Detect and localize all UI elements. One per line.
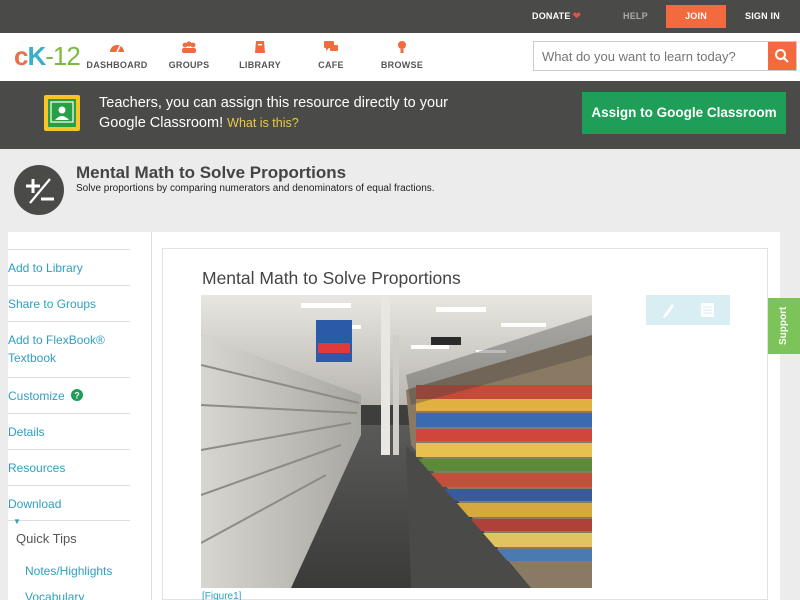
sidebar-share-to-groups[interactable]: Share to Groups xyxy=(8,285,130,321)
nav-cafe[interactable]: CAFE xyxy=(296,40,366,70)
caret-down-icon: ▼ xyxy=(13,517,21,526)
groups-icon xyxy=(182,41,196,53)
support-tab[interactable]: Support xyxy=(768,298,800,354)
quick-tips-heading: Quick Tips xyxy=(16,531,77,546)
content-title: Mental Math to Solve Proportions xyxy=(202,268,461,288)
nav-groups[interactable]: GROUPS xyxy=(154,40,224,70)
plus-minus-icon xyxy=(14,165,64,215)
svg-text:?: ? xyxy=(74,390,80,400)
sidebar-details[interactable]: Details xyxy=(8,413,130,449)
sidebar-customize[interactable]: Customize ? xyxy=(8,377,130,413)
banner-message: Teachers, you can assign this resource d… xyxy=(99,95,448,131)
help-circle-icon[interactable]: ? xyxy=(71,389,84,401)
sign-in-link[interactable]: SIGN IN xyxy=(745,0,780,33)
search-button[interactable] xyxy=(768,42,796,70)
dashboard-icon xyxy=(110,45,124,53)
search-input[interactable] xyxy=(534,42,769,70)
main-nav: cK-12 DASHBOARD GROUPS LIBRARY CAFE BROW… xyxy=(0,33,800,81)
join-button[interactable]: JOIN xyxy=(666,5,726,28)
sidebar-add-to-flexbook[interactable]: Add to FlexBook® Textbook xyxy=(8,321,130,377)
google-classroom-icon xyxy=(44,95,80,131)
sidebar-resources[interactable]: Resources xyxy=(8,449,130,485)
resource-header: Mental Math to Solve Proportions Solve p… xyxy=(0,149,800,232)
sidebar-add-to-library[interactable]: Add to Library xyxy=(8,249,130,285)
assign-to-google-classroom-button[interactable]: Assign to Google Classroom xyxy=(582,92,786,134)
what-is-this-link[interactable]: What is this? xyxy=(227,116,299,130)
page-title: Mental Math to Solve Proportions xyxy=(76,163,347,182)
content-tools xyxy=(646,295,730,325)
top-bar: DONATE ❤ HELP JOIN SIGN IN xyxy=(0,0,800,33)
google-classroom-banner: Teachers, you can assign this resource d… xyxy=(0,81,800,149)
notes-icon[interactable] xyxy=(701,303,714,317)
sidebar-download[interactable]: Download ▼ xyxy=(8,485,130,526)
search-box xyxy=(533,41,797,71)
heart-icon: ❤ xyxy=(572,11,582,22)
page-subtitle: Solve proportions by comparing numerator… xyxy=(76,183,435,194)
figure-caption-link[interactable]: [Figure1] xyxy=(202,591,241,600)
cafe-icon xyxy=(324,41,338,51)
browse-icon xyxy=(398,41,406,53)
help-link[interactable]: HELP xyxy=(623,0,648,33)
nav-dashboard[interactable]: DASHBOARD xyxy=(82,40,152,70)
donate-link[interactable]: DONATE ❤ xyxy=(532,0,581,33)
quick-tip-notes-highlights[interactable]: Notes/Highlights xyxy=(25,564,112,578)
nav-browse[interactable]: BROWSE xyxy=(367,40,437,70)
ck12-logo[interactable]: cK-12 xyxy=(14,43,81,69)
library-icon xyxy=(255,41,265,53)
pencil-icon[interactable] xyxy=(663,304,674,318)
supermarket-aisle-image xyxy=(201,295,592,588)
quick-tip-vocabulary[interactable]: Vocabulary xyxy=(25,590,84,600)
nav-library[interactable]: LIBRARY xyxy=(225,40,295,70)
search-icon xyxy=(775,49,789,63)
